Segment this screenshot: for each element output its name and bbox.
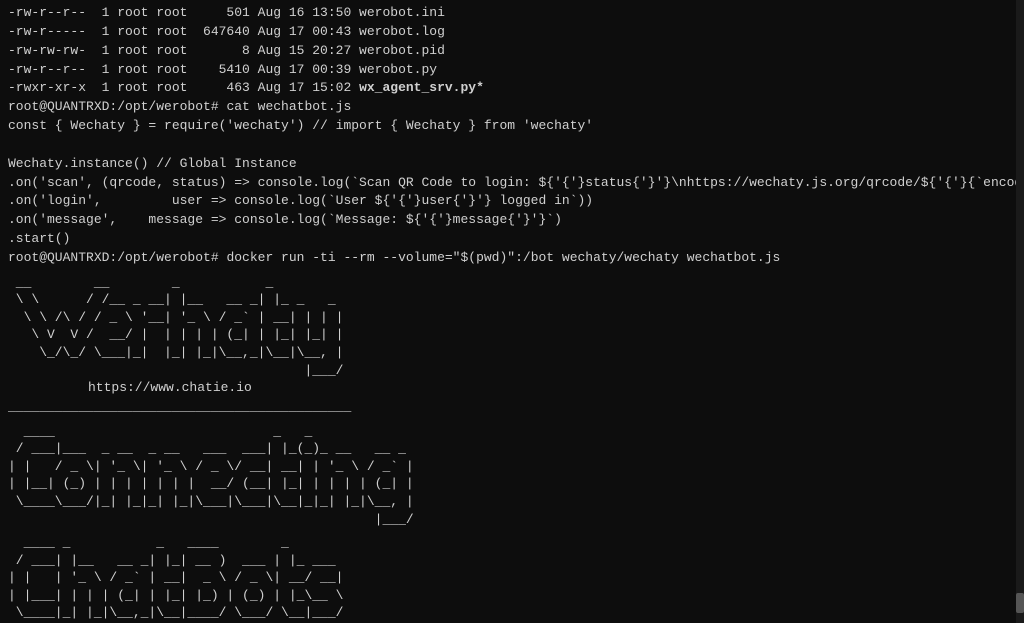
file-line-2: -rw-r----- 1 root root 647640 Aug 17 00:…	[8, 23, 1016, 42]
file-line-4: -rw-r--r-- 1 root root 5410 Aug 17 00:39…	[8, 61, 1016, 80]
terminal-window[interactable]: -rw-r--r-- 1 root root 501 Aug 16 13:50 …	[0, 0, 1024, 623]
wechaty-logo: __ __ _ _ \ \ / /__ _ __| |__ __ _| |_ _…	[8, 274, 1016, 379]
code-line-4: .on('login', user => console.log(`User $…	[8, 192, 1016, 211]
code-line-2: Wechaty.instance() // Global Instance	[8, 155, 1016, 174]
connecting-ascii-art: ____ _ _ / ___|___ _ __ _ __ ___ ___| |_…	[8, 423, 1016, 528]
code-line-1: const { Wechaty } = require('wechaty') /…	[8, 117, 1016, 136]
prompt-docker: root@QUANTRXD:/opt/werobot# docker run -…	[8, 249, 1016, 268]
file-line-5: -rwxr-xr-x 1 root root 463 Aug 17 15:02 …	[8, 79, 1016, 98]
scrollbar[interactable]	[1016, 0, 1024, 623]
chatie-url: https://www.chatie.io	[8, 379, 1016, 398]
code-line-blank	[8, 136, 1016, 155]
file-line-1: -rw-r--r-- 1 root root 501 Aug 16 13:50 …	[8, 4, 1016, 23]
prompt-cat: root@QUANTRXD:/opt/werobot# cat wechatbo…	[8, 98, 1016, 117]
code-line-5: .on('message', message => console.log(`M…	[8, 211, 1016, 230]
code-line-6: .start()	[8, 230, 1016, 249]
chatbots-ascii-art: ____ _ _ ____ _ / ___| |__ __ _| |_| __ …	[8, 534, 1016, 622]
file-line-3: -rw-rw-rw- 1 root root 8 Aug 15 20:27 we…	[8, 42, 1016, 61]
chatbots-logo: ____ _ _ ____ _ / ___| |__ __ _| |_| __ …	[8, 534, 1016, 622]
wechaty-ascii-art: __ __ _ _ \ \ / /__ _ __| |__ __ _| |_ _…	[8, 274, 1016, 417]
connecting-logo: ____ _ _ / ___|___ _ __ _ __ ___ ___| |_…	[8, 423, 1016, 528]
separator-line: ________________________________________…	[8, 398, 1016, 417]
scrollbar-thumb[interactable]	[1016, 593, 1024, 613]
code-line-3: .on('scan', (qrcode, status) => console.…	[8, 174, 1016, 193]
